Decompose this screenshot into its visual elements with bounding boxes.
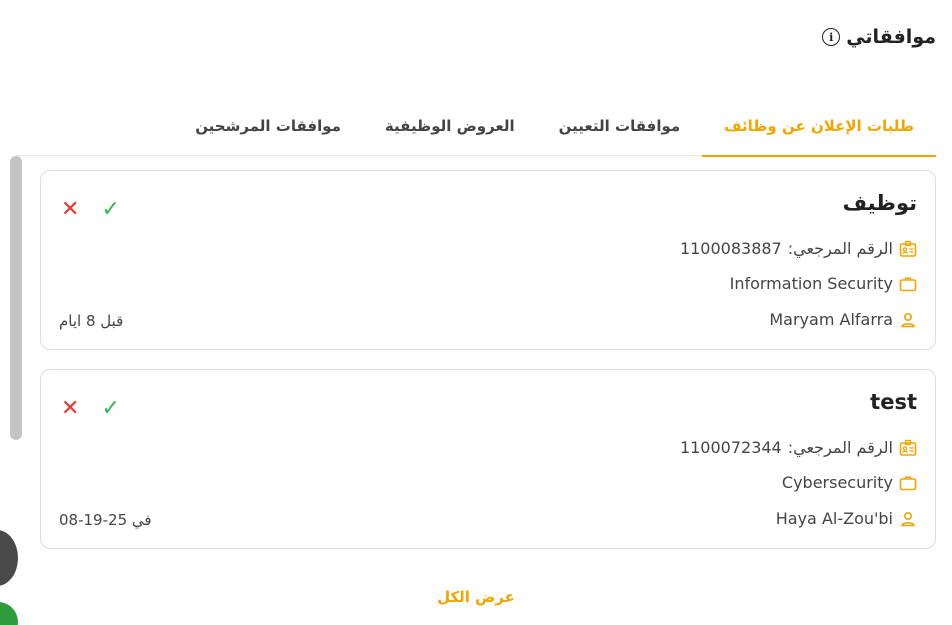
card-actions: ✕ ✓ <box>61 398 120 420</box>
id-card-icon <box>899 439 917 457</box>
reject-button[interactable]: ✕ <box>61 199 79 221</box>
reference-row: الرقم المرجعي: 1100072344 <box>680 438 917 457</box>
timestamp: قبل 8 ايام <box>59 312 124 330</box>
tab-job-offers[interactable]: العروض الوظيفية <box>363 96 537 156</box>
card-title: test <box>870 390 917 414</box>
scrollbar[interactable] <box>10 156 22 440</box>
page-title: موافقاتي <box>846 26 936 48</box>
tab-candidate-approvals[interactable]: موافقات المرشحين <box>173 96 363 156</box>
tab-hiring-approvals[interactable]: موافقات التعيين <box>537 96 703 156</box>
card-title: توظيف <box>842 191 917 215</box>
approval-card: توظيف ✕ ✓ الرقم المرجعي: 1100083887 Info… <box>40 170 936 350</box>
approve-button[interactable]: ✓ <box>101 398 119 420</box>
department-name: Cybersecurity <box>781 473 893 492</box>
reject-button[interactable]: ✕ <box>61 398 79 420</box>
department-row: Information Security <box>730 274 917 293</box>
id-card-icon <box>899 240 917 258</box>
approval-card: test ✕ ✓ الرقم المرجعي: 1100072344 Cyber… <box>40 369 936 549</box>
card-actions: ✕ ✓ <box>61 199 120 221</box>
approve-button[interactable]: ✓ <box>101 199 119 221</box>
tab-bar: طلبات الإعلان عن وظائف موافقات التعيين ا… <box>16 96 936 157</box>
view-all-link[interactable]: عرض الكل <box>0 588 952 606</box>
requester-name: Maryam Alfarra <box>769 310 893 329</box>
requester-name: Haya Al-Zou'bi <box>775 509 893 528</box>
department-name: Information Security <box>729 274 893 293</box>
department-row: Cybersecurity <box>782 473 917 492</box>
tab-job-posting-requests[interactable]: طلبات الإعلان عن وظائف <box>702 96 936 157</box>
reference-label: الرقم المرجعي: <box>787 239 893 258</box>
user-icon <box>899 510 917 528</box>
reference-number: 1100083887 <box>679 239 782 258</box>
floating-button-dark[interactable] <box>0 530 18 586</box>
timestamp: في 25-19-08 <box>59 511 152 529</box>
briefcase-icon <box>899 474 917 492</box>
user-icon <box>899 311 917 329</box>
reference-label: الرقم المرجعي: <box>787 438 893 457</box>
reference-row: الرقم المرجعي: 1100083887 <box>680 239 917 258</box>
requester-row: Maryam Alfarra <box>769 310 917 329</box>
requester-row: Haya Al-Zou'bi <box>776 509 917 528</box>
briefcase-icon <box>899 275 917 293</box>
reference-number: 1100072344 <box>679 438 782 457</box>
info-icon[interactable]: i <box>822 28 841 46</box>
page-header: موافقاتي i <box>822 26 936 48</box>
